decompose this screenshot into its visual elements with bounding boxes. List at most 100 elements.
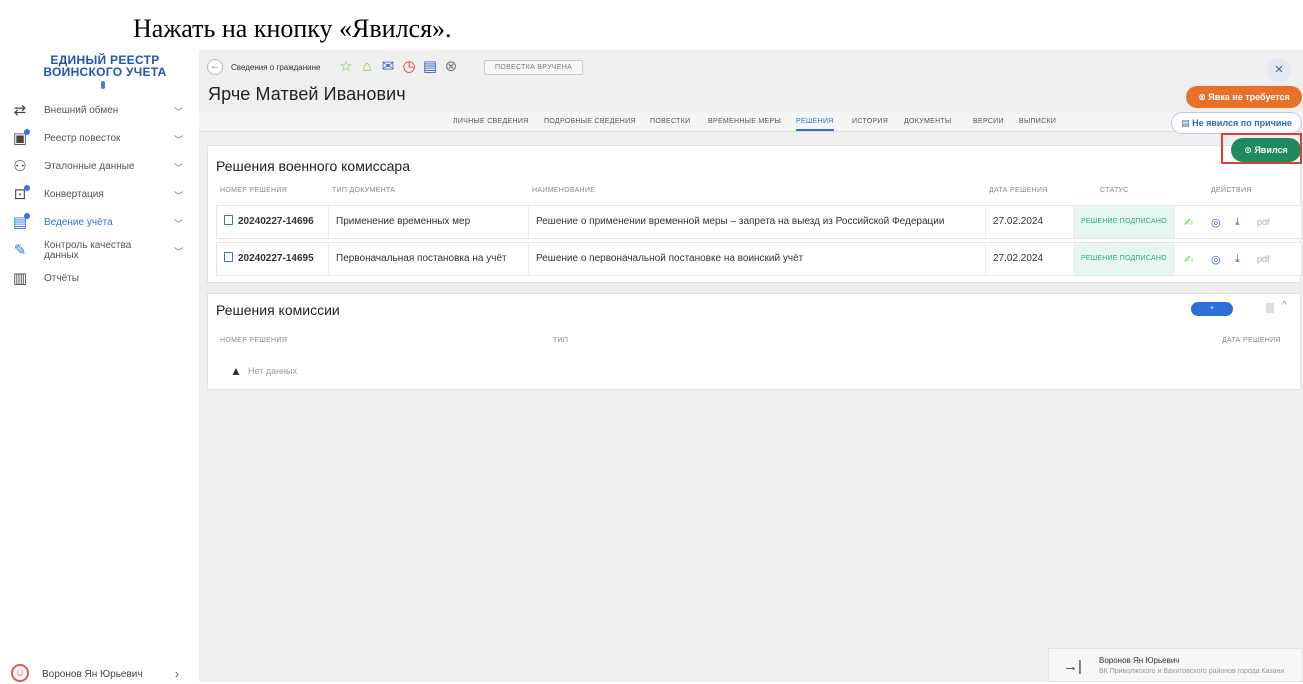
column-header: НАИМЕНОВАНИЕ [532, 187, 596, 194]
citizen-status-icons: ☆ ⌂ ✉ ◷ ▤ ⊗ [337, 58, 460, 76]
document-icon[interactable]: ▤ [421, 58, 439, 76]
home-icon[interactable]: ⌂ [358, 58, 376, 76]
column-header: ТИП ДОКУМЕНТА [332, 187, 396, 194]
breadcrumb: Сведения о гражданине [231, 63, 321, 72]
status-badge: ПОВЕСТКА ВРУЧЕНА [484, 60, 584, 75]
button-label: Явка не требуется [1208, 92, 1290, 102]
tab-temporary-measures[interactable]: ВРЕМЕННЫЕ МЕРЫ [708, 118, 781, 125]
sidebar-item-quality-control[interactable]: ✎ Контроль качества данных ﹀ [0, 237, 197, 265]
sidebar-item-summons-registry[interactable]: ▣ Реестр повесток ﹀ [0, 125, 197, 153]
sidebar-item-reference-data[interactable]: ⚇ Эталонные данные ﹀ [0, 153, 197, 181]
chevron-down-icon: ﹀ [174, 246, 184, 257]
commission-title: Решения комиссии [216, 302, 340, 318]
chevron-down-icon: ﹀ [174, 162, 184, 173]
empty-state-text: Нет данных [248, 366, 297, 376]
sign-icon[interactable]: ✍ [1184, 216, 1193, 229]
tab-detailed[interactable]: ПОДРОБНЫЕ СВЕДЕНИЯ [544, 118, 636, 125]
mail-icon[interactable]: ✉ [379, 58, 397, 76]
download-icon[interactable]: ⤓ [1235, 216, 1240, 229]
copy-icon[interactable] [224, 252, 233, 262]
appeared-button[interactable]: ⊙ Явился [1231, 138, 1301, 162]
conversion-icon: ⊡ [13, 185, 30, 203]
tab-summons[interactable]: ПОВЕСТКИ [650, 118, 690, 125]
sign-icon[interactable]: ✍ [1184, 253, 1193, 266]
decisions-card: Решения военного комиссара НОМЕР РЕШЕНИЯ… [207, 145, 1302, 283]
exchange-icon: ⇄ [13, 102, 27, 119]
decision-number: 20240227-14696 [238, 216, 314, 227]
chevron-down-icon: ﹀ [174, 218, 184, 229]
cancel-circle-icon: ⊗ [1198, 92, 1209, 102]
filter-icon[interactable] [1266, 303, 1274, 313]
button-label: Явился [1254, 145, 1288, 155]
avatar-icon: ☺ [11, 664, 29, 682]
add-button[interactable]: + ДОБАВИТЬ [1191, 302, 1233, 326]
reports-icon: ▥ [12, 270, 28, 287]
view-icon[interactable]: ◎ [1211, 216, 1221, 229]
table-row[interactable]: 20240227-14696 Применение временных мер … [216, 205, 1302, 239]
clock-icon[interactable]: ◷ [400, 58, 418, 76]
tab-personal[interactable]: ЛИЧНЫЕ СВЕДЕНИЯ [453, 118, 529, 125]
document-icon: ▤ [1181, 118, 1193, 128]
absent-reason-button[interactable]: ▤ Не явился по причине [1171, 112, 1302, 134]
app-logo[interactable]: ЕДИНЫЙ РЕЕСТР ВОИНСКОГО УЧЕТА [40, 54, 170, 78]
decision-number-cell[interactable]: 20240227-14695 [217, 243, 329, 275]
reference-data-icon: ⚇ [13, 158, 27, 175]
column-header: ТИП [553, 337, 569, 344]
sidebar-item-label: Реестр повесток [44, 133, 121, 144]
star-icon[interactable]: ☆ [337, 58, 355, 76]
decision-date: 27.02.2024 [986, 243, 1074, 275]
sidebar-item-label: Отчёты [44, 273, 79, 284]
tab-versions[interactable]: ВЕРСИИ [973, 118, 1004, 125]
chevron-down-icon: ﹀ [174, 190, 184, 201]
tab-documents[interactable]: ДОКУМЕНТЫ [904, 118, 952, 125]
view-icon[interactable]: ◎ [1211, 253, 1221, 266]
sidebar-item-label: Ведение учёта [44, 217, 113, 228]
footer-user-name: Воронов Ян Юрьевич [1099, 656, 1180, 665]
sidebar-item-accounting[interactable]: ▤ Ведение учёта ﹀ [0, 209, 197, 237]
column-header: ДАТА РЕШЕНИЯ [1222, 337, 1281, 344]
tab-history[interactable]: ИСТОРИЯ [852, 118, 888, 125]
column-header: НОМЕР РЕШЕНИЯ [220, 337, 288, 344]
cancel-circle-icon[interactable]: ⊗ [442, 58, 460, 76]
user-name: Воронов Ян Юрьевич [42, 669, 143, 680]
decision-name: Решение о применении временной меры – за… [529, 206, 986, 238]
quality-control-icon: ✎ [13, 242, 27, 259]
status-badge: РЕШЕНИЕ ПОДПИСАНО [1074, 206, 1175, 238]
accounting-icon: ▤ [12, 213, 30, 231]
chevron-up-icon[interactable]: ^ [1282, 300, 1287, 311]
footer-org: ВК Приволжского и Вахитовского районов г… [1099, 668, 1285, 675]
main-panel: ← Сведения о гражданине ☆ ⌂ ✉ ◷ ▤ ⊗ ПОВЕ… [199, 50, 1303, 682]
tab-extracts[interactable]: ВЫПИСКИ [1019, 118, 1056, 125]
column-header: ДАТА РЕШЕНИЯ [989, 187, 1048, 194]
table-row[interactable]: 20240227-14695 Первоначальная постановка… [216, 242, 1302, 276]
back-button[interactable]: ← [207, 59, 223, 75]
instruction-text: Нажать на кнопку «Явился». [133, 14, 452, 43]
document-type: Первоначальная постановка на учёт [329, 243, 529, 275]
sidebar-item-external-exchange[interactable]: ⇄ Внешний обмен ﹀ [0, 97, 197, 125]
decisions-title: Решения военного комиссара [216, 158, 410, 174]
sidebar-item-reports[interactable]: ▥ Отчёты [0, 265, 197, 293]
chevron-down-icon: ﹀ [174, 106, 184, 117]
attendance-not-required-button[interactable]: ⊗ Явка не требуется [1186, 86, 1302, 108]
sidebar-item-conversion[interactable]: ⊡ Конвертация ﹀ [0, 181, 197, 209]
download-icon[interactable]: ⤓ [1235, 253, 1240, 266]
user-info-card[interactable]: →| Воронов Ян Юрьевич ВК Приволжского и … [1048, 648, 1303, 682]
chevron-down-icon: ﹀ [174, 134, 184, 145]
pdf-link[interactable]: pdf [1257, 254, 1270, 264]
pin-icon[interactable] [101, 81, 105, 89]
tab-decisions[interactable]: РЕШЕНИЯ [796, 118, 834, 131]
check-circle-icon: ⊙ [1244, 145, 1255, 155]
decision-number-cell[interactable]: 20240227-14696 [217, 206, 329, 238]
chevron-right-icon: › [175, 667, 179, 681]
pdf-link[interactable]: pdf [1257, 217, 1270, 227]
user-menu[interactable]: ☺ Воронов Ян Юрьевич › [0, 664, 197, 684]
collapse-arrow-icon[interactable]: →| [1063, 658, 1082, 675]
sidebar: ЕДИНЫЙ РЕЕСТР ВОИНСКОГО УЧЕТА ⇄ Внешний … [0, 50, 197, 682]
page-title: Ярче Матвей Иванович [208, 84, 406, 104]
close-button[interactable]: × [1267, 58, 1291, 82]
decision-name: Решение о первоначальной постановке на в… [529, 243, 986, 275]
sidebar-item-label: Эталонные данные [44, 161, 135, 172]
decision-number: 20240227-14695 [238, 253, 314, 264]
copy-icon[interactable] [224, 215, 233, 225]
sidebar-item-label: Внешний обмен [44, 105, 119, 116]
